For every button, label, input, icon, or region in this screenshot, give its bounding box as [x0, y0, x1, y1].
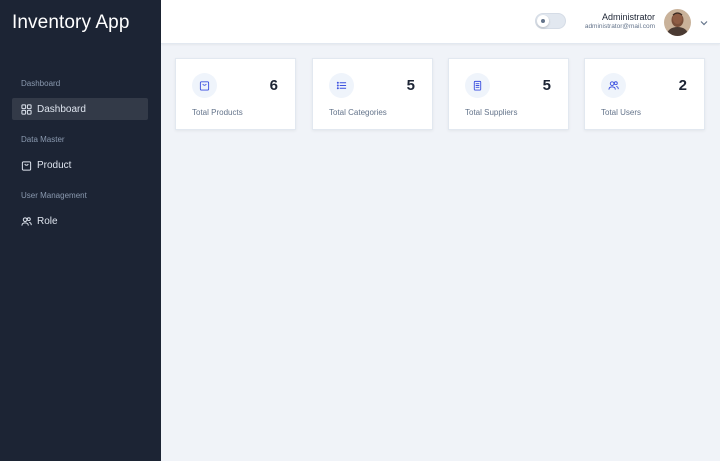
sidebar-item-label: Product	[37, 159, 72, 171]
stat-value: 5	[406, 77, 415, 94]
stat-value: 2	[678, 77, 687, 94]
sidebar-item-label: Dashboard	[37, 103, 86, 115]
users-icon	[608, 80, 619, 91]
sidebar-section-data-master: Data Master	[21, 135, 65, 144]
sun-icon	[541, 19, 545, 23]
stat-card-users: 2 Total Users	[584, 58, 705, 130]
stat-label: Total Suppliers	[465, 108, 518, 117]
stat-label: Total Users	[601, 108, 642, 117]
user-name[interactable]: Administrator	[602, 12, 655, 22]
sidebar: Inventory App Dashboard Dashboard Data M…	[0, 0, 161, 461]
stat-card-products: 6 Total Products	[175, 58, 296, 130]
stat-card-categories: 5 Total Categories	[312, 58, 433, 130]
shopping-bag-icon	[199, 80, 210, 91]
clipboard-icon	[472, 80, 483, 91]
user-email: administrator@mail.com	[584, 23, 655, 30]
stat-icon-wrap	[465, 73, 490, 98]
list-icon	[336, 80, 347, 91]
sidebar-item-product[interactable]: Product	[12, 154, 148, 176]
stat-label: Total Products	[192, 108, 243, 117]
avatar[interactable]	[664, 9, 691, 36]
sidebar-section-dashboard: Dashboard	[21, 79, 61, 88]
stat-icon-wrap	[601, 73, 626, 98]
sidebar-item-role[interactable]: Role	[12, 210, 148, 232]
topbar: Administrator administrator@mail.com	[161, 0, 720, 44]
chevron-down-icon[interactable]	[699, 15, 709, 26]
stat-card-suppliers: 5 Total Suppliers	[448, 58, 569, 130]
sidebar-item-label: Role	[37, 215, 58, 227]
stat-value: 6	[269, 77, 278, 94]
sidebar-section-user-management: User Management	[21, 191, 87, 200]
stat-icon-wrap	[192, 73, 217, 98]
app-title[interactable]: Inventory App	[12, 12, 130, 34]
grid-icon	[21, 103, 32, 115]
stat-label: Total Categories	[329, 108, 387, 117]
sidebar-item-dashboard[interactable]: Dashboard	[12, 98, 148, 120]
users-icon	[21, 216, 32, 227]
toggle-knob	[537, 15, 549, 27]
stat-icon-wrap	[329, 73, 354, 98]
stat-value: 5	[542, 77, 551, 94]
dark-mode-toggle[interactable]	[535, 13, 566, 29]
shopping-bag-icon	[21, 160, 32, 171]
